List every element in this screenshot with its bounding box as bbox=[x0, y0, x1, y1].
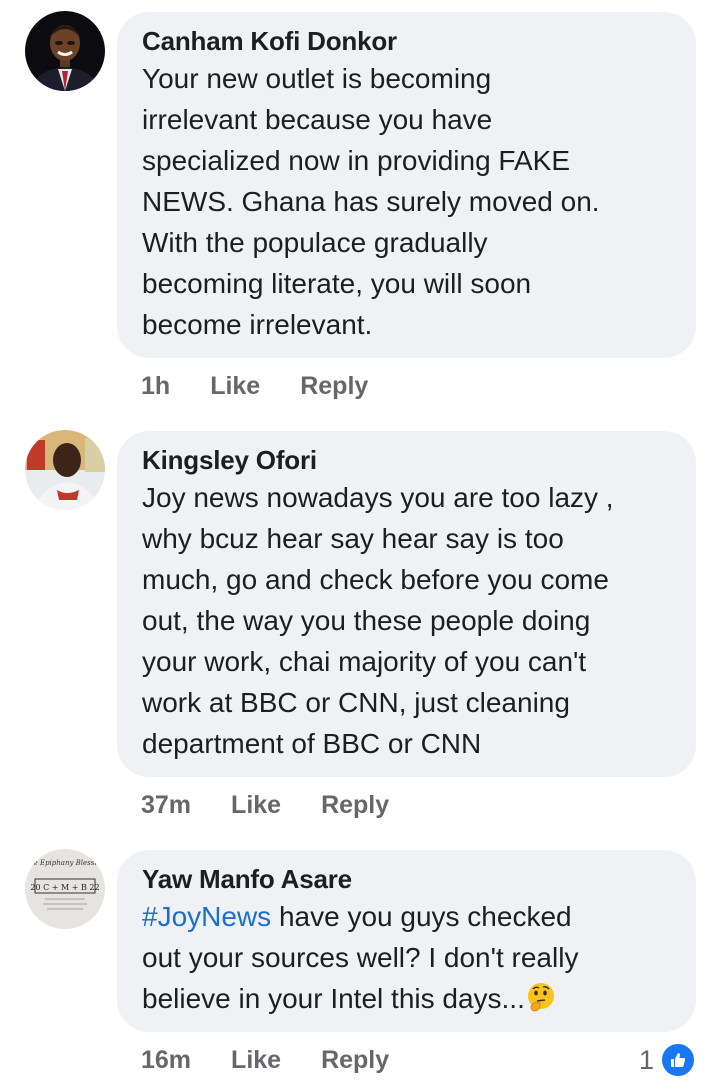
avatar[interactable] bbox=[25, 430, 105, 510]
comment-text: #JoyNews have you guys checked out your … bbox=[142, 901, 579, 1014]
comment-text: Your new outlet is becoming irrelevant b… bbox=[142, 63, 600, 340]
reply-button[interactable]: Reply bbox=[321, 1046, 389, 1075]
comment-bubble: Kingsley Ofori Joy news nowadays you are… bbox=[117, 431, 696, 777]
comment-timestamp[interactable]: 37m bbox=[141, 791, 191, 820]
avatar-image-yaw: The Epiphany Blessing 20 C + M + B 22 bbox=[25, 849, 105, 929]
comment-timestamp[interactable]: 1h bbox=[141, 372, 170, 401]
comment-bubble: Canham Kofi Donkor Your new outlet is be… bbox=[117, 12, 696, 358]
avatar[interactable]: The Epiphany Blessing 20 C + M + B 22 bbox=[25, 849, 105, 929]
comment-timestamp[interactable]: 16m bbox=[141, 1046, 191, 1075]
reply-button[interactable]: Reply bbox=[321, 791, 389, 820]
comment-actions: 16m Like Reply bbox=[141, 1046, 389, 1075]
reaction-summary[interactable]: 1 bbox=[639, 1042, 696, 1078]
comment-actions: 37m Like Reply bbox=[141, 791, 389, 820]
comment-actions: 1h Like Reply bbox=[141, 372, 368, 401]
avatar-caption-text: 20 C + M + B 22 bbox=[30, 883, 99, 892]
like-button[interactable]: Like bbox=[210, 372, 260, 401]
thinking-face-icon bbox=[527, 983, 554, 1012]
reaction-count: 1 bbox=[638, 1044, 654, 1075]
avatar[interactable] bbox=[25, 11, 105, 91]
comment-author[interactable]: Yaw Manfo Asare bbox=[142, 863, 674, 895]
comment-author[interactable]: Kingsley Ofori bbox=[142, 444, 674, 476]
like-button[interactable]: Like bbox=[231, 1046, 281, 1075]
avatar-photo-kingsley bbox=[25, 430, 105, 510]
like-button[interactable]: Like bbox=[231, 791, 281, 820]
comment-text: Joy news nowadays you are too lazy , why… bbox=[142, 482, 614, 759]
hashtag-link[interactable]: #JoyNews bbox=[142, 901, 271, 932]
avatar-title-text: The Epiphany Blessing bbox=[25, 859, 105, 867]
avatar-photo-canham bbox=[25, 11, 105, 91]
reply-button[interactable]: Reply bbox=[300, 372, 368, 401]
comment-author[interactable]: Canham Kofi Donkor bbox=[142, 25, 674, 57]
like-icon bbox=[660, 1042, 696, 1078]
comment-bubble: Yaw Manfo Asare #JoyNews have you guys c… bbox=[117, 850, 696, 1032]
